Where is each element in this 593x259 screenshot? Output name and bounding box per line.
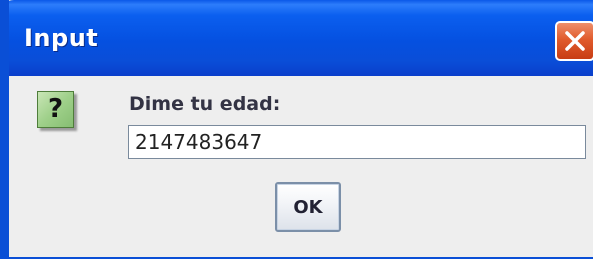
question-icon: ?	[37, 91, 74, 128]
input-dialog-window: Input ? Dime tu edad: OK	[0, 0, 593, 259]
question-glyph: ?	[47, 94, 64, 124]
dialog-content: ? Dime tu edad: OK	[9, 76, 593, 257]
title-bar[interactable]: Input	[9, 0, 593, 76]
age-input[interactable]	[128, 125, 586, 159]
close-icon	[565, 31, 585, 51]
close-button[interactable]	[555, 21, 593, 61]
ok-button[interactable]: OK	[275, 182, 341, 232]
prompt-label: Dime tu edad:	[129, 93, 281, 115]
window-title: Input	[24, 24, 99, 52]
